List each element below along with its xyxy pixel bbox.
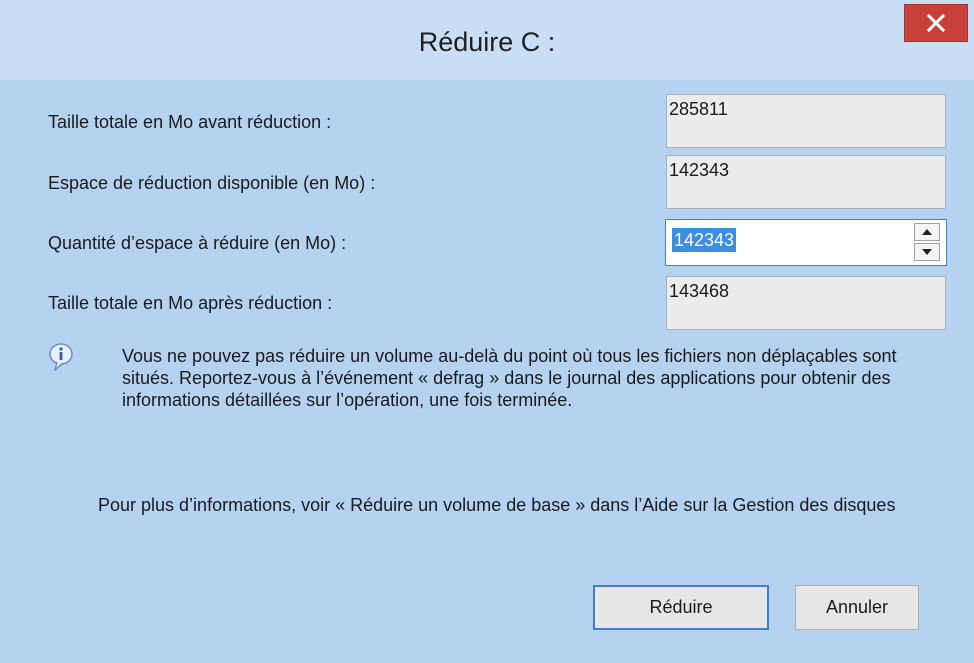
spin-up-button[interactable] — [914, 223, 940, 241]
arrow-up-icon — [922, 229, 932, 235]
spin-down-button[interactable] — [914, 243, 940, 261]
info-icon — [49, 343, 73, 371]
available-space-value: 142343 — [666, 155, 946, 209]
shrink-amount-input[interactable]: 142343 — [665, 219, 947, 266]
close-icon — [927, 14, 945, 32]
size-before-value: 285811 — [666, 94, 946, 148]
cancel-button[interactable]: Annuler — [795, 585, 919, 630]
dialog-title: Réduire C : — [418, 27, 556, 57]
cancel-button-label: Annuler — [825, 597, 889, 617]
shrink-amount-label: Quantité d’espace à réduire (en Mo) : — [48, 233, 347, 253]
close-button[interactable] — [904, 4, 968, 42]
reduce-button-label: Réduire — [649, 597, 713, 617]
help-text: Pour plus d’informations, voir « Réduire… — [98, 495, 896, 515]
shrink-amount-spinner[interactable] — [914, 223, 940, 261]
size-after-label: Taille totale en Mo après réduction : — [48, 293, 333, 313]
available-space-label: Espace de réduction disponible (en Mo) : — [48, 173, 376, 193]
shrink-amount-value[interactable]: 142343 — [672, 228, 737, 252]
reduce-button[interactable]: Réduire — [593, 585, 769, 630]
size-after-value: 143468 — [666, 276, 946, 330]
arrow-down-icon — [922, 249, 932, 255]
title-bar[interactable]: Réduire C : — [0, 0, 974, 80]
info-message: Vous ne pouvez pas réduire un volume au-… — [122, 346, 897, 410]
size-before-label: Taille totale en Mo avant réduction : — [48, 112, 332, 132]
